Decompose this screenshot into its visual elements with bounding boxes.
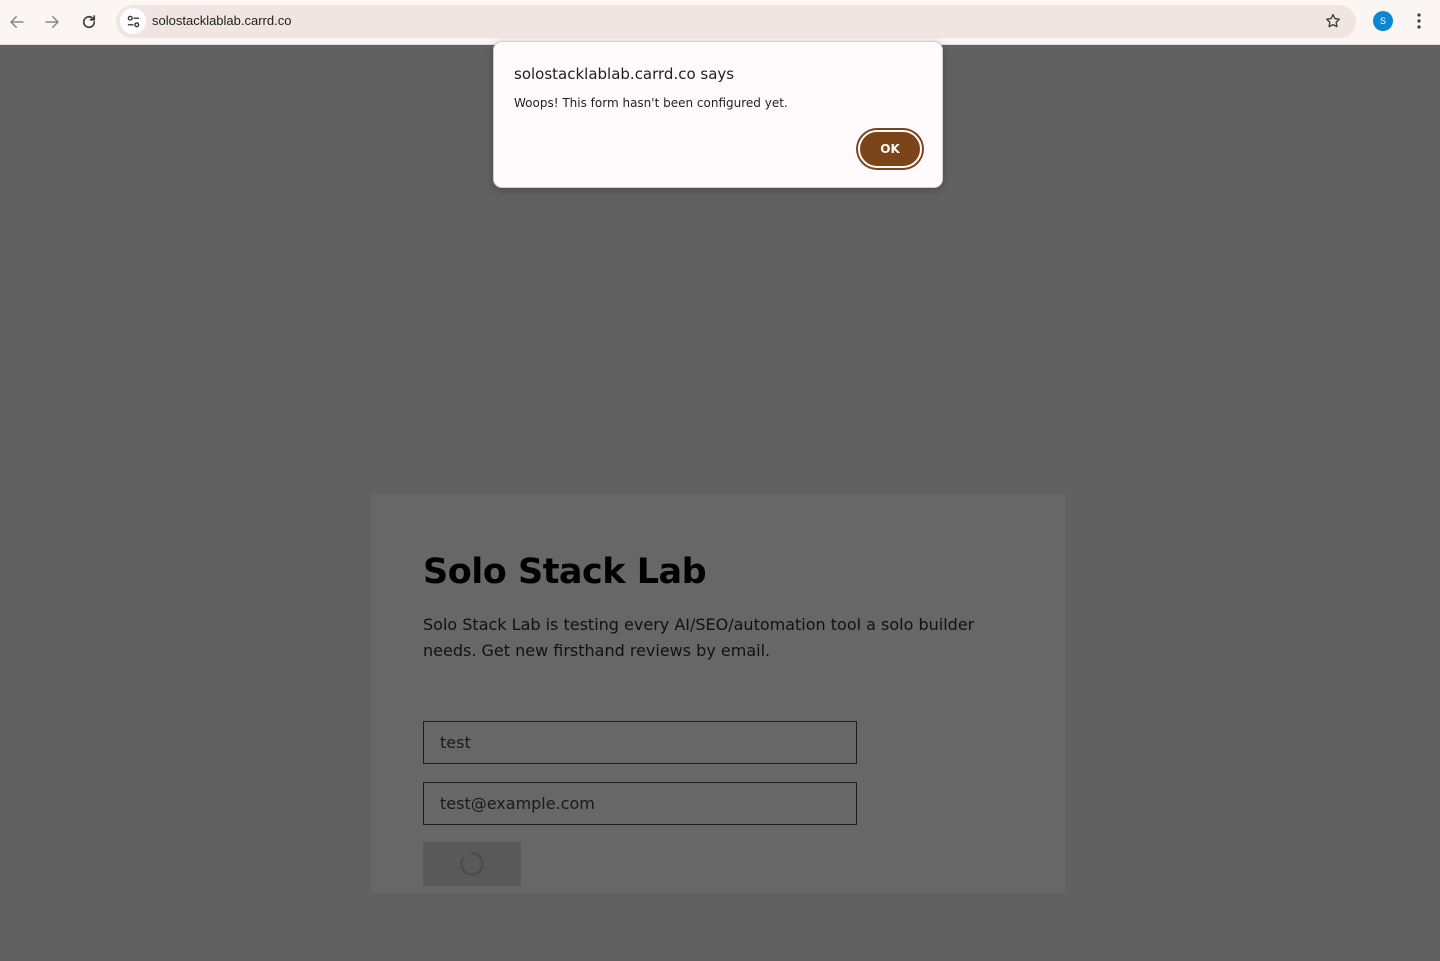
address-bar[interactable]: solostacklablab.carrd.co	[116, 5, 1356, 38]
back-button[interactable]	[3, 8, 31, 36]
kebab-menu-icon	[1417, 13, 1421, 29]
forward-button[interactable]	[38, 8, 66, 36]
dialog-title: solostacklablab.carrd.co says	[514, 65, 735, 83]
reload-icon	[82, 15, 96, 29]
spinner-icon	[460, 852, 484, 876]
profile-avatar[interactable]: S	[1373, 11, 1393, 31]
browser-menu-button[interactable]	[1409, 11, 1429, 31]
browser-toolbar: solostacklablab.carrd.co S	[0, 0, 1440, 45]
arrow-left-icon	[10, 16, 24, 28]
site-info-button[interactable]	[120, 8, 146, 34]
star-outline-icon[interactable]	[1324, 12, 1342, 30]
page-title: Solo Stack Lab	[423, 552, 707, 592]
submit-button[interactable]	[423, 842, 521, 886]
email-input[interactable]	[423, 782, 857, 825]
alert-dialog: solostacklablab.carrd.co says Woops! Thi…	[493, 41, 943, 188]
url-text[interactable]: solostacklablab.carrd.co	[152, 13, 291, 28]
signup-card: Solo Stack Lab Solo Stack Lab is testing…	[371, 494, 1065, 893]
reload-button[interactable]	[75, 8, 103, 36]
ok-button[interactable]: OK	[858, 130, 922, 168]
page-description: Solo Stack Lab is testing every AI/SEO/a…	[423, 615, 975, 660]
tune-icon	[127, 15, 139, 27]
dialog-message: Woops! This form hasn't been configured …	[514, 96, 788, 110]
arrow-right-icon	[45, 16, 59, 28]
name-input[interactable]	[423, 721, 857, 764]
